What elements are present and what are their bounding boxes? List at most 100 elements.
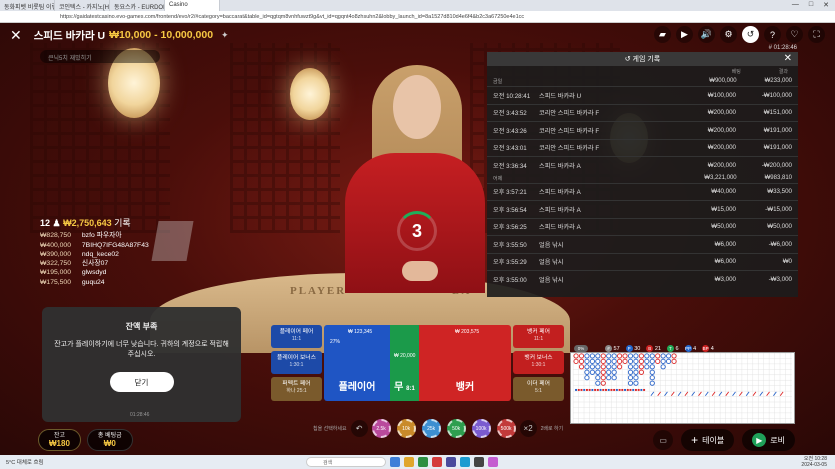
bet-player-pair[interactable]: 플레이어 페어 11:1 bbox=[271, 325, 322, 348]
history-row[interactable]: 오전 3:43:26 코리안 스피드 바카라 F ₩200,000 ₩191,0… bbox=[487, 121, 798, 139]
history-row[interactable]: 오후 3:57:21 스피드 바카라 A ₩40,000 ₩33,500 bbox=[487, 182, 798, 201]
history-row[interactable]: 오전 10:28:41 스피드 바카라 U ₩100,000 -₩100,000 bbox=[487, 86, 798, 104]
bet-tie[interactable]: ₩ 20,000 무 8:1 bbox=[390, 325, 419, 401]
road-stat-value: 6 bbox=[675, 345, 679, 352]
weather-widget[interactable]: 5°C 대체로 흐림 bbox=[6, 458, 44, 466]
taskbar-search[interactable]: 검색 bbox=[306, 457, 386, 467]
road-mark bbox=[584, 364, 590, 370]
bet-player-bonus[interactable]: 플레이어 보너스 1:30:1 bbox=[271, 351, 322, 374]
close-game-icon[interactable]: ✕ bbox=[10, 27, 22, 44]
chip-2.5k[interactable]: 2.5k bbox=[371, 419, 391, 438]
maximize-icon[interactable]: □ bbox=[809, 1, 813, 10]
chip-100k[interactable]: 100k bbox=[471, 419, 491, 438]
total-bet-box: 총 베팅금 ₩0 bbox=[86, 429, 133, 451]
road-mark bbox=[629, 388, 632, 391]
column-bet: 베팅 bbox=[731, 69, 741, 75]
lobby-icon: ▶ bbox=[752, 433, 767, 447]
bet-player[interactable]: 27% ₩ 123,345 플레이어 bbox=[324, 325, 390, 401]
fullscreen-icon[interactable]: ⛶ bbox=[808, 26, 825, 43]
taskbar-app-icon[interactable] bbox=[474, 457, 484, 467]
minimize-icon[interactable]: — bbox=[792, 1, 799, 10]
row-time: 오전 10:28:41 bbox=[493, 92, 531, 100]
chat-icon[interactable]: ▰ bbox=[654, 26, 671, 43]
road-mark bbox=[621, 388, 624, 391]
favorite-icon[interactable]: ♡ bbox=[786, 26, 803, 43]
road-mark bbox=[664, 391, 668, 397]
settings-icon[interactable]: ⚙ bbox=[720, 26, 737, 43]
pin-icon[interactable]: ✦ bbox=[221, 30, 229, 41]
road-mark bbox=[611, 353, 617, 359]
bet-banker-bonus[interactable]: 뱅커 보너스 1:30:1 bbox=[513, 351, 564, 374]
sound-icon[interactable]: 🔊 bbox=[698, 26, 715, 43]
lobby-button[interactable]: ▶ 로비 bbox=[742, 429, 795, 451]
history-row[interactable]: 오후 3:55:29 얼음 낚시 ₩6,000 ₩0 bbox=[487, 252, 798, 271]
taskbar-app-icon[interactable] bbox=[418, 457, 428, 467]
road-mark bbox=[643, 388, 646, 391]
player-amount: ₩828,750 bbox=[40, 232, 71, 240]
tie-stat: ₩ 20,000 bbox=[394, 353, 416, 359]
row-payout: ₩191,000 bbox=[763, 144, 792, 152]
road-map[interactable] bbox=[570, 352, 795, 424]
close-window-icon[interactable]: ✕ bbox=[823, 1, 829, 10]
row-bet: ₩40,000 bbox=[711, 188, 736, 196]
taskbar-app-icon[interactable] bbox=[404, 457, 414, 467]
history-row[interactable]: 오후 3:56:25 스피드 바카라 A ₩50,000 ₩50,000 bbox=[487, 217, 798, 236]
row-time: 오후 3:55:00 bbox=[493, 276, 527, 284]
bet-perfect-pair[interactable]: 퍼펙트 페어 하나 25:1 bbox=[271, 377, 322, 401]
double-icon[interactable]: ×2 bbox=[519, 420, 537, 437]
close-history-icon[interactable]: ✕ bbox=[784, 53, 792, 64]
bet-limit: ₩10,000 - 10,000,000 bbox=[109, 29, 214, 41]
road-mark bbox=[666, 358, 672, 364]
player-amount: ₩175,500 bbox=[40, 278, 71, 286]
history-row[interactable]: 오후 3:55:00 얼음 낚시 ₩3,000 -₩3,000 bbox=[487, 270, 798, 288]
browser-tab[interactable]: 동요스카 - EURDOM. 알아보... bbox=[110, 0, 165, 11]
player-amount: ₩322,750 bbox=[40, 260, 71, 268]
plus-icon: + bbox=[691, 433, 699, 447]
history-row[interactable]: 오전 3:43:52 코리안 스피드 바카라 F ₩200,000 ₩151,0… bbox=[487, 103, 798, 122]
road-mark bbox=[606, 369, 612, 375]
address-bar[interactable]: https://gaidatestcasino.evo-games.com/fr… bbox=[0, 11, 835, 23]
taskbar-app-icon[interactable] bbox=[390, 457, 400, 467]
total-bet-value: ₩0 bbox=[103, 439, 116, 448]
taskbar-clock[interactable]: 오전 10:28 2024-03-05 bbox=[801, 456, 827, 468]
browser-tab[interactable]: 코인텍스 - 카지노[HDSL 업... bbox=[55, 0, 110, 11]
road-stat-badge: # bbox=[605, 344, 612, 352]
road-mark bbox=[613, 388, 616, 391]
bet-banker-pair[interactable]: 뱅커 페어 11:1 bbox=[513, 325, 564, 348]
video-icon[interactable]: ▶ bbox=[676, 26, 693, 43]
history-columns: 베팅 결과 bbox=[487, 66, 798, 77]
chat-input[interactable]: 큰닉5치 재밌히기 bbox=[40, 50, 160, 63]
row-time: 오후 3:57:21 bbox=[493, 189, 527, 197]
history-row[interactable]: 오후 3:55:50 얼음 낚시 ₩6,000 -₩6,000 bbox=[487, 235, 798, 253]
road-mark bbox=[602, 388, 605, 391]
browser-tab[interactable]: 동화피벳 비롯팀 이렇던... bbox=[0, 0, 55, 11]
road-mark bbox=[644, 353, 650, 359]
history-row[interactable]: 오전 3:43:01 코리안 스피드 바카라 F ₩200,000 ₩191,0… bbox=[487, 138, 798, 157]
history-row[interactable]: 오전 3:36:34 스피드 바카라 A ₩200,000 -₩200,000 bbox=[487, 156, 798, 174]
chat-toggle-icon[interactable]: ▭ bbox=[653, 430, 674, 450]
taskbar-app-icon[interactable] bbox=[446, 457, 456, 467]
taskbar-app-icon[interactable] bbox=[488, 457, 498, 467]
chip-50k[interactable]: 50k bbox=[446, 419, 466, 438]
bet-either-pair[interactable]: 이더 페어 5:1 bbox=[513, 377, 564, 401]
taskbar-app-icon[interactable] bbox=[432, 457, 442, 467]
bet-banker[interactable]: ₩ 203,575 뱅커 bbox=[419, 325, 511, 401]
road-mark bbox=[573, 353, 579, 359]
dialog-message: 잔고가 플레이하기에 너무 낮습니다. 귀하의 계정으로 적립해 주십시오. bbox=[54, 341, 229, 358]
chip-10k[interactable]: 10k bbox=[396, 419, 416, 438]
undo-icon[interactable]: ↶ bbox=[350, 420, 368, 437]
chip-500k[interactable]: 500k bbox=[496, 419, 516, 438]
taskbar-app-icon[interactable] bbox=[460, 457, 470, 467]
table-button[interactable]: + 테이블 bbox=[681, 429, 735, 451]
road-mark bbox=[671, 353, 677, 359]
road-mark bbox=[617, 364, 623, 370]
help-icon[interactable]: ? bbox=[764, 26, 781, 43]
history-icon[interactable]: ↺ bbox=[742, 26, 759, 43]
history-row[interactable]: 오후 3:56:54 스피드 바카라 A ₩15,000 -₩15,000 bbox=[487, 200, 798, 218]
close-dialog-button[interactable]: 닫기 bbox=[109, 372, 174, 392]
chip-25k[interactable]: 25k bbox=[421, 419, 441, 438]
row-time: 오후 3:56:54 bbox=[493, 206, 527, 214]
road-stat: P 30 bbox=[625, 344, 640, 352]
browser-tab-active[interactable]: Casino bbox=[165, 0, 220, 11]
lantern bbox=[290, 68, 330, 120]
